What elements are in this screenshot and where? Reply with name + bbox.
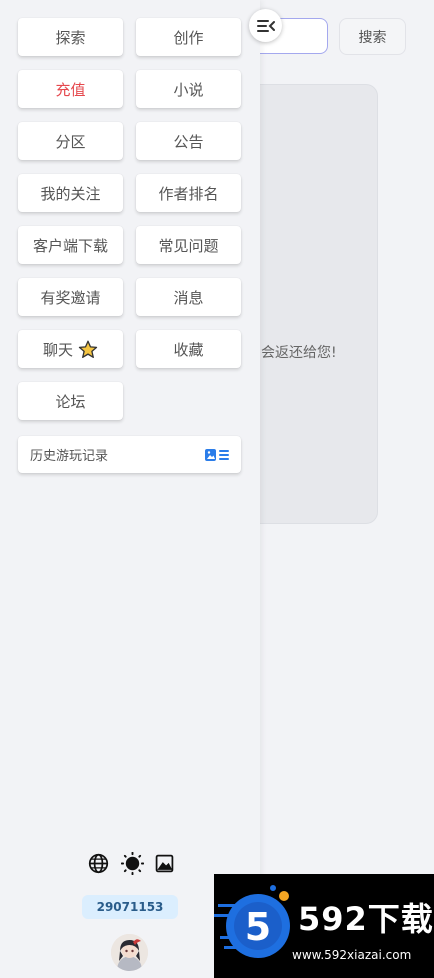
image-icon[interactable] (155, 854, 174, 873)
nav-sections-label: 分区 (55, 132, 86, 151)
watermark-text: 592下载 (298, 900, 434, 938)
nav-client-download-label: 客户端下载 (32, 236, 108, 255)
menu-collapse-icon (256, 19, 275, 33)
nav-client-download-button[interactable]: 客户端下载 (18, 226, 123, 264)
nav-novel-label: 小说 (173, 80, 204, 99)
star-icon (78, 340, 98, 359)
nav-favorites-button[interactable]: 收藏 (136, 330, 241, 368)
nav-chat-button[interactable]: 聊天 (18, 330, 123, 368)
collapse-drawer-button[interactable] (249, 9, 282, 42)
content-card-text: 会返还给您! (261, 345, 337, 361)
nav-favorites-label: 收藏 (173, 340, 204, 359)
nav-faq-button[interactable]: 常见问题 (136, 226, 241, 264)
nav-explore-label: 探索 (55, 28, 86, 47)
watermark-url: www.592xiazai.com (292, 948, 412, 962)
nav-messages-button[interactable]: 消息 (136, 278, 241, 316)
nav-announcements-label: 公告 (173, 132, 204, 151)
nav-following-button[interactable]: 我的关注 (18, 174, 123, 212)
globe-icon[interactable] (88, 853, 109, 874)
nav-create-button[interactable]: 创作 (136, 18, 241, 56)
nav-grid: 探索 创作充值 小说分区 公告我的关注 作者排名客户端下载 常见问题有奖邀请 消息聊天 收藏论… (18, 18, 242, 420)
nav-create-label: 创作 (173, 28, 204, 47)
sun-icon[interactable] (120, 851, 144, 875)
search-button[interactable]: 搜索 (339, 18, 406, 55)
svg-text:5: 5 (245, 905, 271, 949)
nav-forum-label: 论坛 (55, 392, 86, 411)
history-label: 历史游玩记录 (30, 449, 109, 464)
watermark-logo: 5 592下载 www.592xiazai.com (214, 874, 434, 978)
user-id-badge: 29071153 (82, 895, 178, 919)
nav-novel-button[interactable]: 小说 (136, 70, 241, 108)
nav-messages-label: 消息 (173, 288, 204, 307)
nav-author-ranking-button[interactable]: 作者排名 (136, 174, 241, 212)
nav-forum-button[interactable]: 论坛 (18, 382, 123, 420)
nav-author-ranking-label: 作者排名 (158, 184, 219, 203)
history-button[interactable]: 历史游玩记录 (18, 436, 241, 473)
side-drawer: 探索 创作充值 小说分区 公告我的关注 作者排名客户端下载 常见问题有奖邀请 消息聊天 收藏论… (0, 0, 260, 978)
nav-recharge-label: 充值 (55, 80, 86, 99)
nav-invite-button[interactable]: 有奖邀请 (18, 278, 123, 316)
nav-following-label: 我的关注 (40, 184, 101, 203)
nav-invite-label: 有奖邀请 (40, 288, 101, 307)
nav-faq-label: 常见问题 (158, 236, 219, 255)
nav-sections-button[interactable]: 分区 (18, 122, 123, 160)
nav-explore-button[interactable]: 探索 (18, 18, 123, 56)
nav-announcements-button[interactable]: 公告 (136, 122, 241, 160)
nav-recharge-button[interactable]: 充值 (18, 70, 123, 108)
bottom-toolbar (88, 851, 174, 875)
nav-chat-label: 聊天 (42, 340, 73, 359)
avatar[interactable] (111, 934, 148, 971)
card-list-icon (205, 448, 229, 462)
